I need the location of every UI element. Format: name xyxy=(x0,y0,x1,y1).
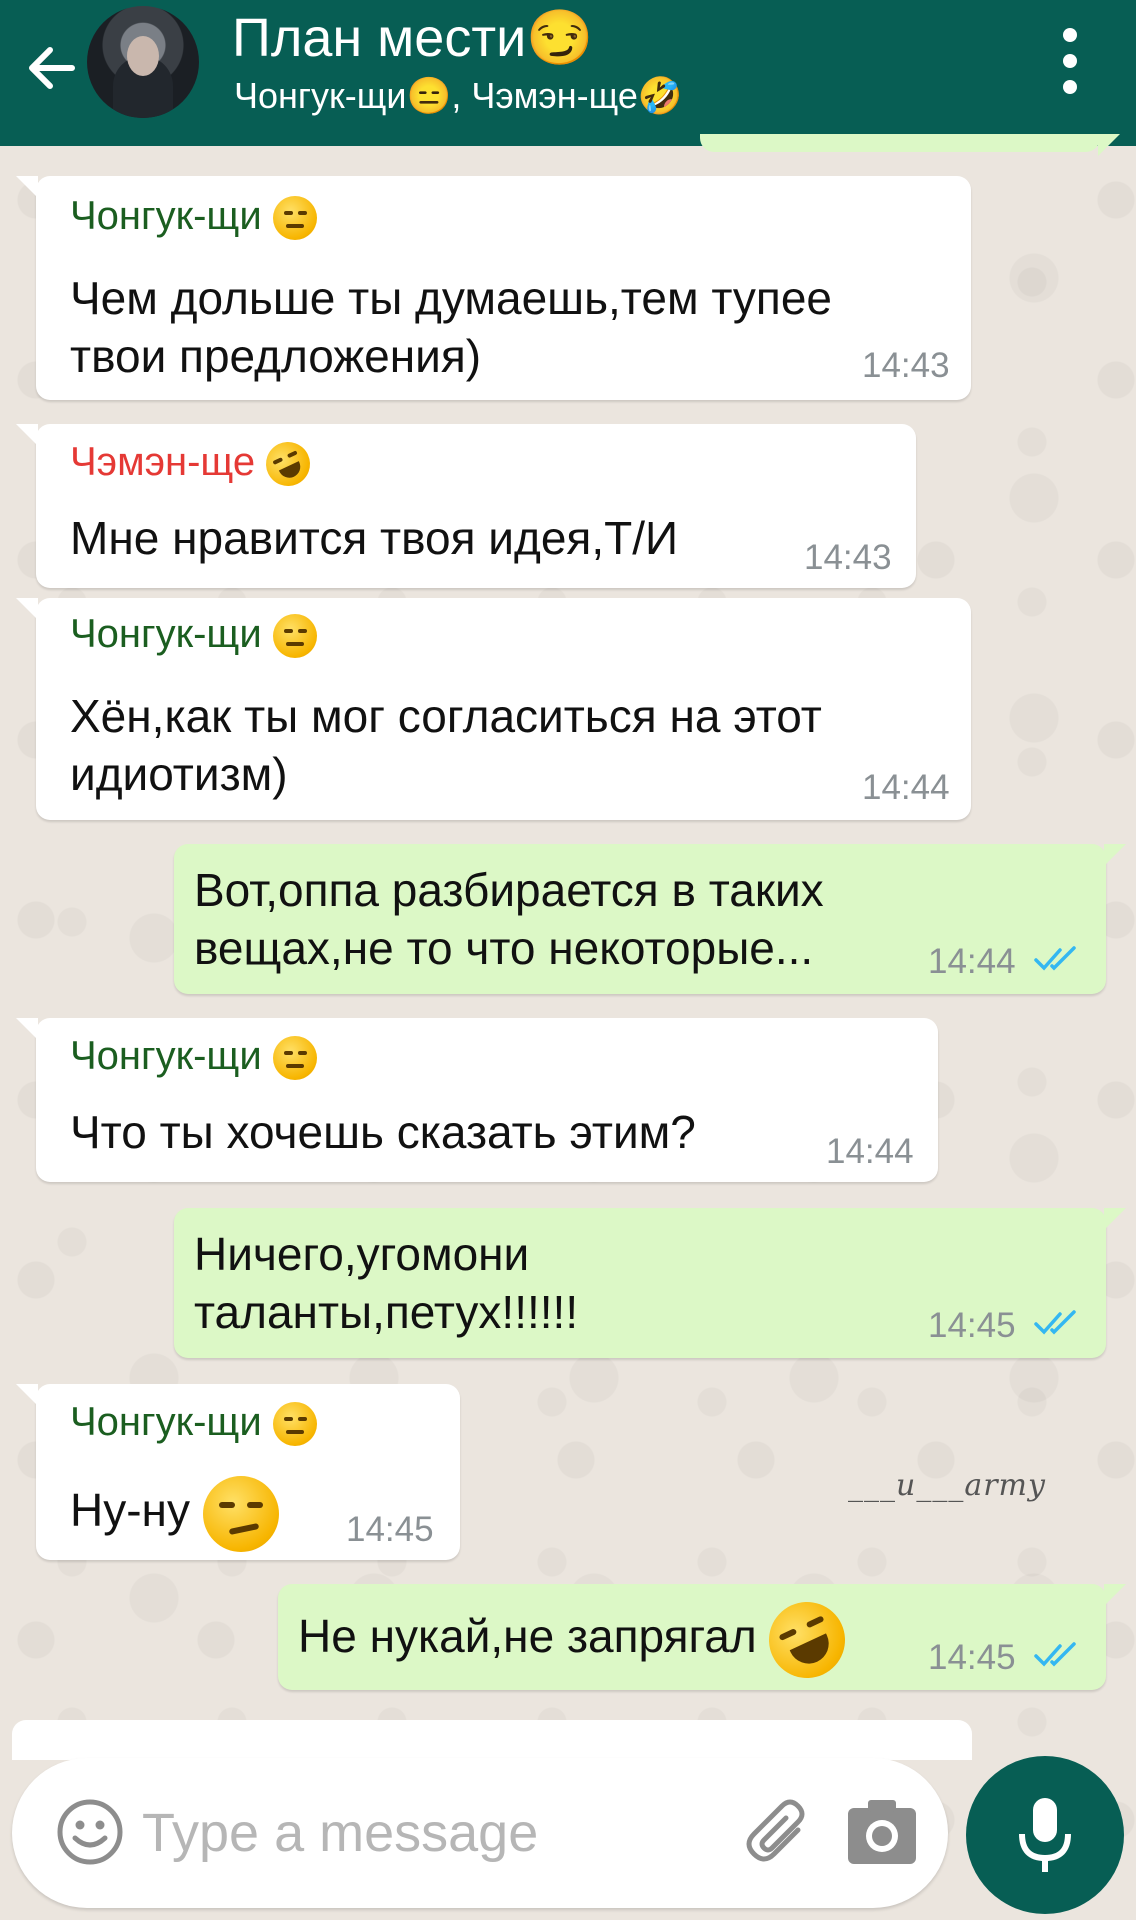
previous-message-edge xyxy=(700,134,1120,156)
message-time: 14:43 xyxy=(862,346,950,385)
message-bubble[interactable]: Чонгук-щи Ну-ну 14:45 xyxy=(16,1384,460,1560)
expressionless-face-icon xyxy=(272,196,317,241)
message-bubble[interactable]: Чэмэн-ще Мне нравится твоя идея,Т/И 14:4… xyxy=(16,424,916,588)
group-members[interactable]: Чонгук-щи😑, Чэмэн-ще🤣 xyxy=(234,74,683,118)
camera-icon[interactable] xyxy=(844,1796,920,1868)
sender-name: Чэмэн-ще xyxy=(70,435,318,494)
message-text: идиотизм) xyxy=(70,748,288,800)
message-composer[interactable]: Type a message xyxy=(12,1758,948,1908)
read-receipt-icon xyxy=(1034,1642,1076,1667)
rolling-laughing-face-icon xyxy=(258,435,318,494)
chat-header: План мести😏 Чонгук-щи😑, Чэмэн-ще🤣 xyxy=(0,0,1136,146)
watermark: ___u___army xyxy=(848,1468,1046,1503)
message-text: твои предложения) xyxy=(70,330,482,382)
message-text: Мне нравится твоя идея,Т/И xyxy=(70,512,679,564)
back-arrow-icon[interactable] xyxy=(22,38,82,98)
message-bubble[interactable]: Чонгук-щи Хён,как ты мог согласиться на … xyxy=(16,598,971,820)
message-input[interactable]: Type a message xyxy=(142,1802,538,1864)
smiley-icon[interactable] xyxy=(54,1796,126,1868)
message-text: таланты,петух!!!!!! xyxy=(194,1286,579,1338)
message-time: 14:45 xyxy=(928,1638,1016,1677)
read-receipt-icon xyxy=(1034,946,1076,971)
message-text: Ничего,угомони xyxy=(194,1228,530,1280)
smirking-face-icon xyxy=(202,1476,279,1552)
attach-icon[interactable] xyxy=(740,1792,820,1872)
message-time: 14:44 xyxy=(826,1132,914,1171)
message-text: Ну-ну xyxy=(70,1476,279,1552)
sender-name: Чонгук-щи xyxy=(70,1400,317,1447)
message-time: 14:44 xyxy=(928,942,1016,981)
sender-name: Чонгук-щи xyxy=(70,612,317,659)
message-bubble[interactable]: Чонгук-щи Что ты хочешь сказать этим? 14… xyxy=(16,1018,938,1182)
message-bubble[interactable]: Вот,оппа разбирается в таких вещах,не то… xyxy=(174,844,1126,994)
next-message-edge xyxy=(12,1720,972,1760)
message-time: 14:43 xyxy=(804,538,892,577)
message-time: 14:45 xyxy=(928,1306,1016,1345)
message-time: 14:45 xyxy=(346,1510,434,1549)
expressionless-face-icon xyxy=(272,1402,317,1447)
sender-name: Чонгук-щи xyxy=(70,194,317,241)
message-text: Что ты хочешь сказать этим? xyxy=(70,1106,696,1158)
sender-name: Чонгук-щи xyxy=(70,1034,317,1081)
read-receipt-icon xyxy=(1034,1310,1076,1335)
rolling-laughing-face-icon xyxy=(756,1589,858,1691)
message-bubble[interactable]: Чонгук-щи Чем дольше ты думаешь,тем тупе… xyxy=(16,176,971,400)
message-text: Хён,как ты мог согласиться на этот xyxy=(70,690,822,742)
message-bubble[interactable]: Ничего,угомони таланты,петух!!!!!! 14:45 xyxy=(174,1208,1126,1358)
expressionless-face-icon xyxy=(272,614,317,659)
group-avatar[interactable] xyxy=(87,6,199,118)
message-text: Вот,оппа разбирается в таких xyxy=(194,864,824,916)
group-title[interactable]: План мести😏 xyxy=(232,6,593,70)
expressionless-face-icon xyxy=(272,1036,317,1081)
message-text: Не нукай,не запрягал xyxy=(298,1589,858,1691)
mic-button[interactable] xyxy=(966,1756,1124,1914)
more-options-icon[interactable] xyxy=(1050,28,1090,94)
message-text: вещах,не то что некоторые... xyxy=(194,922,814,974)
message-time: 14:44 xyxy=(862,768,950,807)
message-text: Чем дольше ты думаешь,тем тупее xyxy=(70,272,833,324)
mic-icon xyxy=(1019,1798,1071,1872)
message-bubble[interactable]: Не нукай,не запрягал 14:45 xyxy=(278,1584,1126,1691)
